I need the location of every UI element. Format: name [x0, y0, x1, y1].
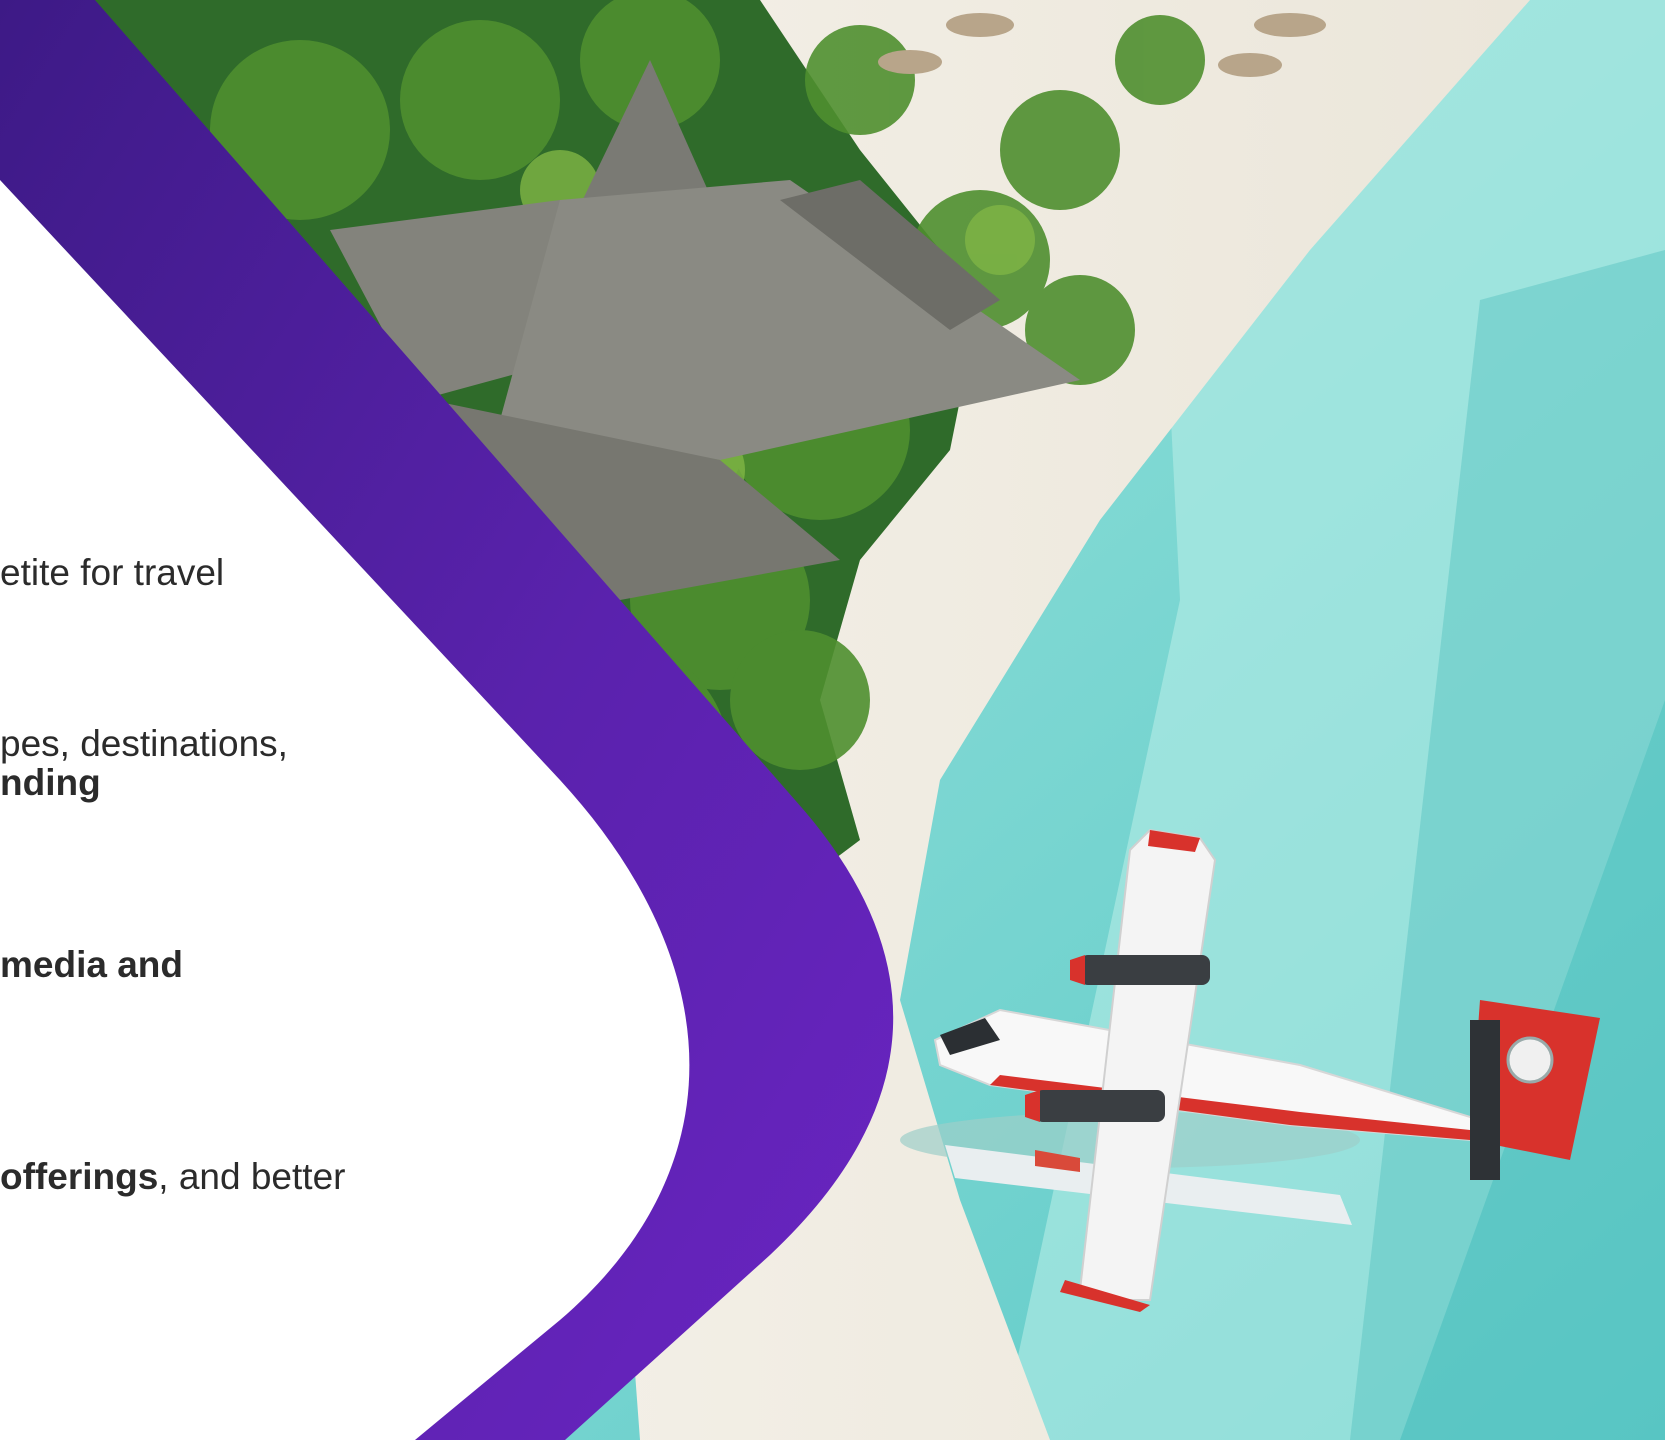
text-line-1: etite for travel	[0, 553, 224, 592]
text-line-3: nding	[0, 763, 101, 802]
text-fragment-6: , and better	[158, 1156, 346, 1197]
slide: etite for travel pes, destinations, ndin…	[0, 0, 1665, 1440]
text-line-5: offerings, and better	[0, 1157, 345, 1196]
text-fragment-3: nding	[0, 762, 101, 803]
text-line-4: media and	[0, 945, 183, 984]
text-line-2: pes, destinations,	[0, 724, 288, 763]
text-fragment-2: pes, destinations,	[0, 723, 288, 764]
text-fragment-4: media and	[0, 944, 183, 985]
text-fragment-5: offerings	[0, 1156, 159, 1197]
text-fragment-1: etite for travel	[0, 552, 225, 593]
text-content: etite for travel pes, destinations, ndin…	[0, 0, 700, 1440]
